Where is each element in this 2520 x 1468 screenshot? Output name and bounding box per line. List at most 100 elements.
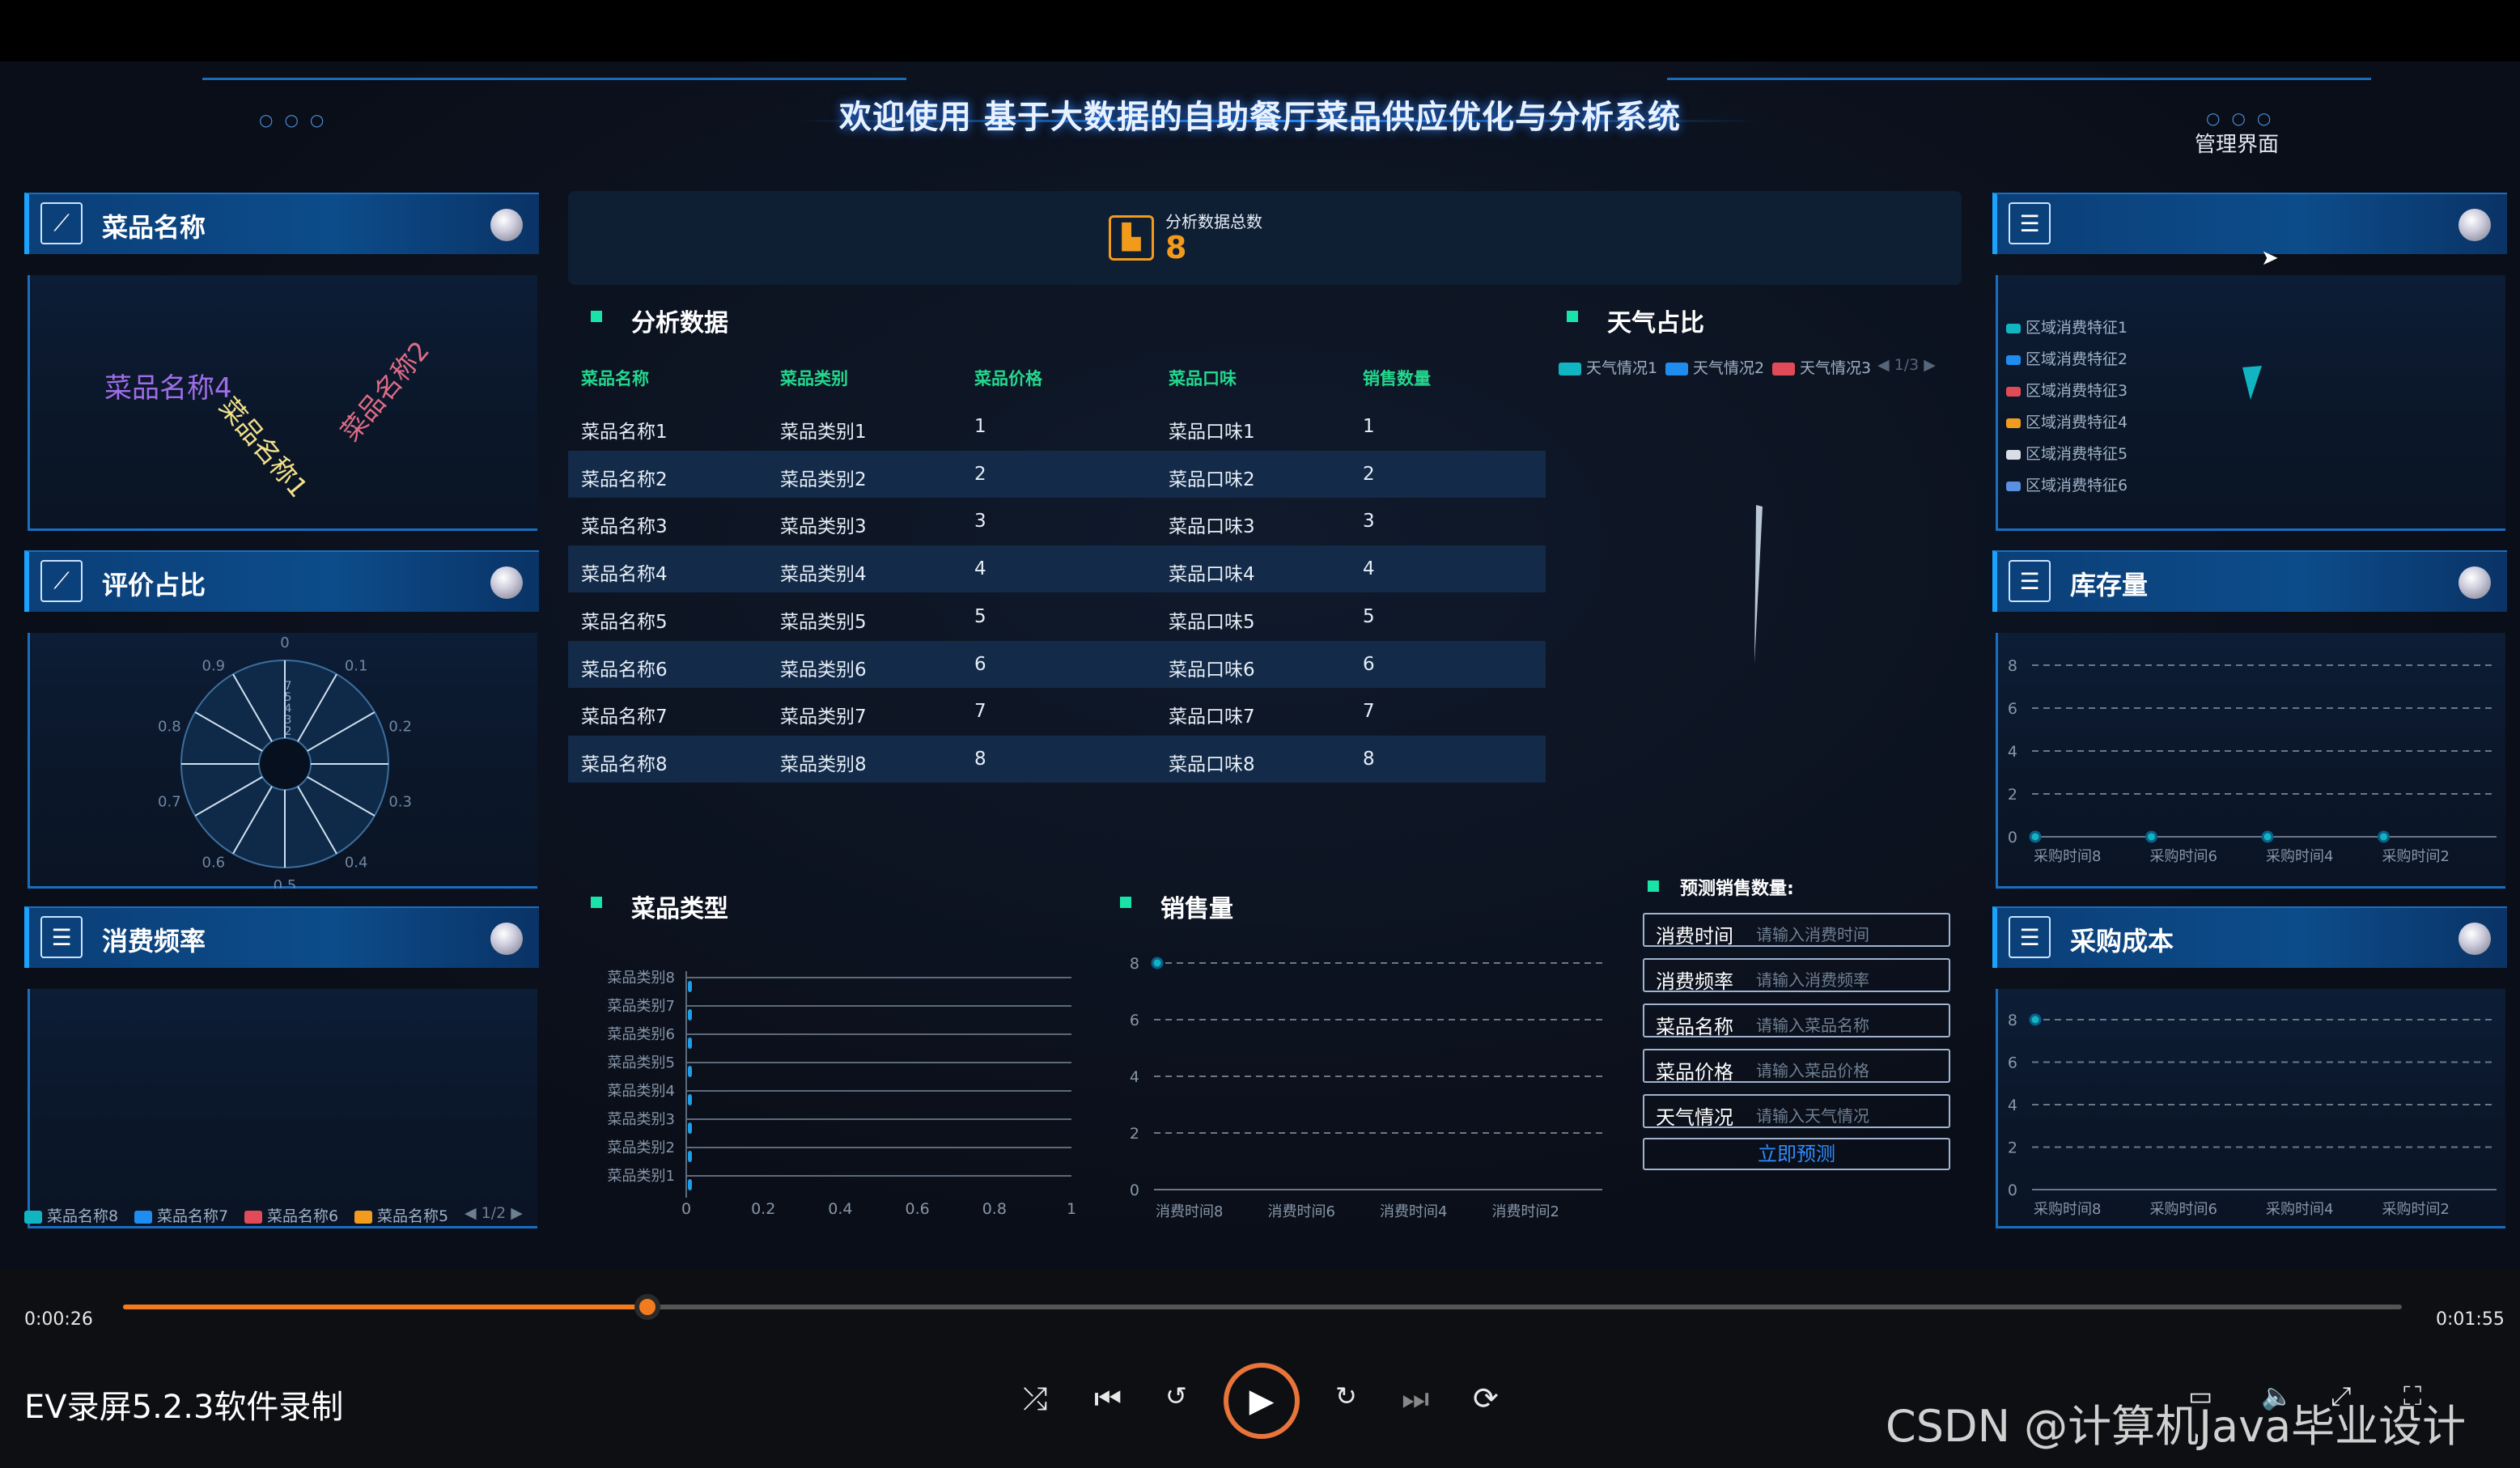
legend-item[interactable]: 区域消费特征5 <box>2006 442 2128 464</box>
table-header: 菜品类别 <box>780 369 848 388</box>
predict-field-price[interactable]: 菜品价格 请输入菜品价格 <box>1643 1049 1950 1084</box>
table-cell: 4 <box>974 558 986 580</box>
table-cell: 5 <box>974 605 986 627</box>
legend-item[interactable]: 区域消费特征2 <box>2006 347 2128 369</box>
panel-header-stock: ☰ 库存量 <box>1992 550 2507 612</box>
previous-icon[interactable]: ⏮ <box>1094 1381 1122 1417</box>
rating-polar-chart: 0 0.1 0.2 0.3 0.4 0.5 0.6 0.7 0.8 0.9 23457 <box>158 634 412 894</box>
section-marker <box>591 311 602 322</box>
globe-icon[interactable] <box>490 566 523 599</box>
legend-item[interactable]: 天气情况3 <box>1772 356 1871 378</box>
rating-polar-panel: 0 0.1 0.2 0.3 0.4 0.5 0.6 0.7 0.8 0.9 23457 <box>28 633 537 894</box>
table-cell: 菜品口味6 <box>1169 659 1255 681</box>
legend-item[interactable]: 菜品名称6 <box>244 1204 338 1226</box>
data-point <box>2029 830 2042 843</box>
y-tick-label: 菜品类别6 <box>608 1026 675 1043</box>
table-row[interactable]: 菜品名称7 菜品类别7 7 菜品口味7 7 <box>568 688 1546 735</box>
panel-title: 评价占比 <box>102 570 206 600</box>
x-tick-label: 采购时间2 <box>2382 1201 2450 1218</box>
legend-item[interactable]: 天气情况2 <box>1665 356 1764 378</box>
legend-item[interactable]: 区域消费特征3 <box>2006 379 2128 401</box>
predict-field-frequency[interactable]: 消费频率 请输入消费频率 <box>1643 958 1950 993</box>
legend-item[interactable]: 菜品名称7 <box>134 1204 228 1226</box>
table-cell: 3 <box>974 511 986 532</box>
table-cell: 菜品名称5 <box>581 611 668 633</box>
stock-line-chart: 0 2 4 6 8 采购时间8 采购时间6 采购时间4 采购时间2 <box>2008 657 2497 865</box>
legend-item[interactable]: 区域消费特征4 <box>2006 410 2128 432</box>
legend-pager[interactable]: ◀ 1/3 ▶ <box>1877 356 1936 374</box>
polar-tick-label: 0.8 <box>158 719 181 736</box>
table-row[interactable]: 菜品名称4 菜品类别4 4 菜品口味4 4 <box>568 545 1546 593</box>
section-title-weather: 天气占比 <box>1607 309 1704 337</box>
table-row[interactable]: 菜品名称8 菜品类别8 8 菜品口味8 8 <box>568 735 1546 783</box>
panel-header-rating: ⟋ 评价占比 <box>24 550 539 612</box>
data-point <box>1151 957 1164 969</box>
shuffle-icon[interactable]: ⤮ <box>1023 1381 1047 1417</box>
section-title-sales: 销售量 <box>1160 895 1233 923</box>
predict-field-weather[interactable]: 天气情况 请输入天气情况 <box>1643 1094 1950 1129</box>
y-tick-label: 6 <box>2008 700 2017 718</box>
legend-item[interactable]: 菜品名称8 <box>24 1204 118 1226</box>
globe-icon[interactable] <box>490 923 523 955</box>
table-row[interactable]: 菜品名称5 菜品类别5 5 菜品口味5 5 <box>568 593 1546 640</box>
repeat-icon[interactable]: ⟳ <box>1473 1381 1499 1416</box>
legend-item[interactable]: 菜品名称5 <box>354 1204 448 1226</box>
table-cell: 4 <box>1363 558 1375 580</box>
admin-link[interactable]: 管理界面 <box>2195 128 2279 158</box>
y-tick-label: 2 <box>1130 1125 1139 1143</box>
play-icon[interactable]: ▶ <box>1224 1363 1300 1439</box>
panel-header-dish-name: ⟋ 菜品名称 <box>24 193 539 254</box>
table-cell: 菜品类别5 <box>780 611 867 633</box>
data-point <box>2029 1013 2042 1026</box>
table-cell: 菜品名称7 <box>581 706 668 728</box>
table-cell: 菜品类别2 <box>780 469 867 490</box>
x-tick-label: 0.4 <box>828 1200 852 1218</box>
y-tick-label: 2 <box>2008 1139 2017 1157</box>
panel-title: 采购成本 <box>2070 926 2174 957</box>
legend-pager[interactable]: ◀ 1/2 ▶ <box>465 1204 523 1222</box>
table-row[interactable]: 菜品名称2 菜品类别2 2 菜品口味2 2 <box>568 450 1546 498</box>
bar <box>688 1066 692 1077</box>
table-row[interactable]: 菜品名称6 菜品类别6 6 菜品口味6 6 <box>568 640 1546 688</box>
globe-icon[interactable] <box>2458 209 2491 241</box>
y-tick-label: 菜品类别3 <box>608 1111 675 1128</box>
polar-tick-label: 0.6 <box>202 854 226 871</box>
y-tick-label: 菜品类别5 <box>608 1054 675 1071</box>
rewind-10-icon[interactable]: ↺ <box>1165 1381 1187 1411</box>
data-point <box>2145 830 2157 843</box>
table-row[interactable]: 菜品名称1 菜品类别1 1 菜品口味1 1 <box>568 403 1546 450</box>
page-title: 欢迎使用 基于大数据的自助餐厅菜品供应优化与分析系统 <box>839 99 1681 136</box>
y-tick-label: 菜品类别1 <box>608 1168 675 1185</box>
legend-item[interactable]: 区域消费特征6 <box>2006 473 2128 495</box>
y-tick-label: 菜品类别4 <box>608 1083 675 1100</box>
globe-icon[interactable] <box>490 209 523 241</box>
x-tick-label: 采购时间4 <box>2266 1201 2333 1218</box>
forward-30-icon[interactable]: ↻ <box>1335 1381 1357 1411</box>
seek-handle[interactable] <box>634 1294 660 1320</box>
legend-item[interactable]: 区域消费特征1 <box>2006 316 2128 337</box>
section-marker <box>1120 897 1131 908</box>
data-point <box>2261 830 2274 843</box>
x-tick-label: 消费时间4 <box>1380 1203 1447 1220</box>
predict-field-time[interactable]: 消费时间 请输入消费时间 <box>1643 913 1950 948</box>
recorder-app-name: EV录屏5.2.3软件录制 <box>24 1389 344 1426</box>
panel-header-consume-freq: ☰ 消费频率 <box>24 906 539 968</box>
seek-bar[interactable] <box>123 1294 2402 1320</box>
section-title-dish-type: 菜品类型 <box>631 895 728 923</box>
globe-icon[interactable] <box>2458 923 2491 955</box>
y-tick-label: 4 <box>2008 1097 2017 1114</box>
table-cell: 菜品名称2 <box>581 469 668 490</box>
panel-title: 菜品名称 <box>102 212 206 243</box>
globe-icon[interactable] <box>2458 566 2491 599</box>
polar-tick-label: 0.5 <box>274 877 297 889</box>
list-icon: ☰ <box>2009 916 2051 958</box>
table-cell: 菜品名称6 <box>581 659 668 681</box>
x-tick-label: 消费时间6 <box>1268 1203 1335 1220</box>
legend-item[interactable]: 天气情况1 <box>1559 356 1657 378</box>
table-cell: 菜品名称3 <box>581 516 668 538</box>
next-icon[interactable]: ⏭ <box>1402 1381 1429 1417</box>
predict-field-dish-name[interactable]: 菜品名称 请输入菜品名称 <box>1643 1003 1950 1038</box>
consume-freq-panel <box>28 989 537 1228</box>
table-row[interactable]: 菜品名称3 菜品类别3 3 菜品口味3 3 <box>568 498 1546 545</box>
predict-button[interactable]: 立即预测 <box>1643 1138 1950 1170</box>
